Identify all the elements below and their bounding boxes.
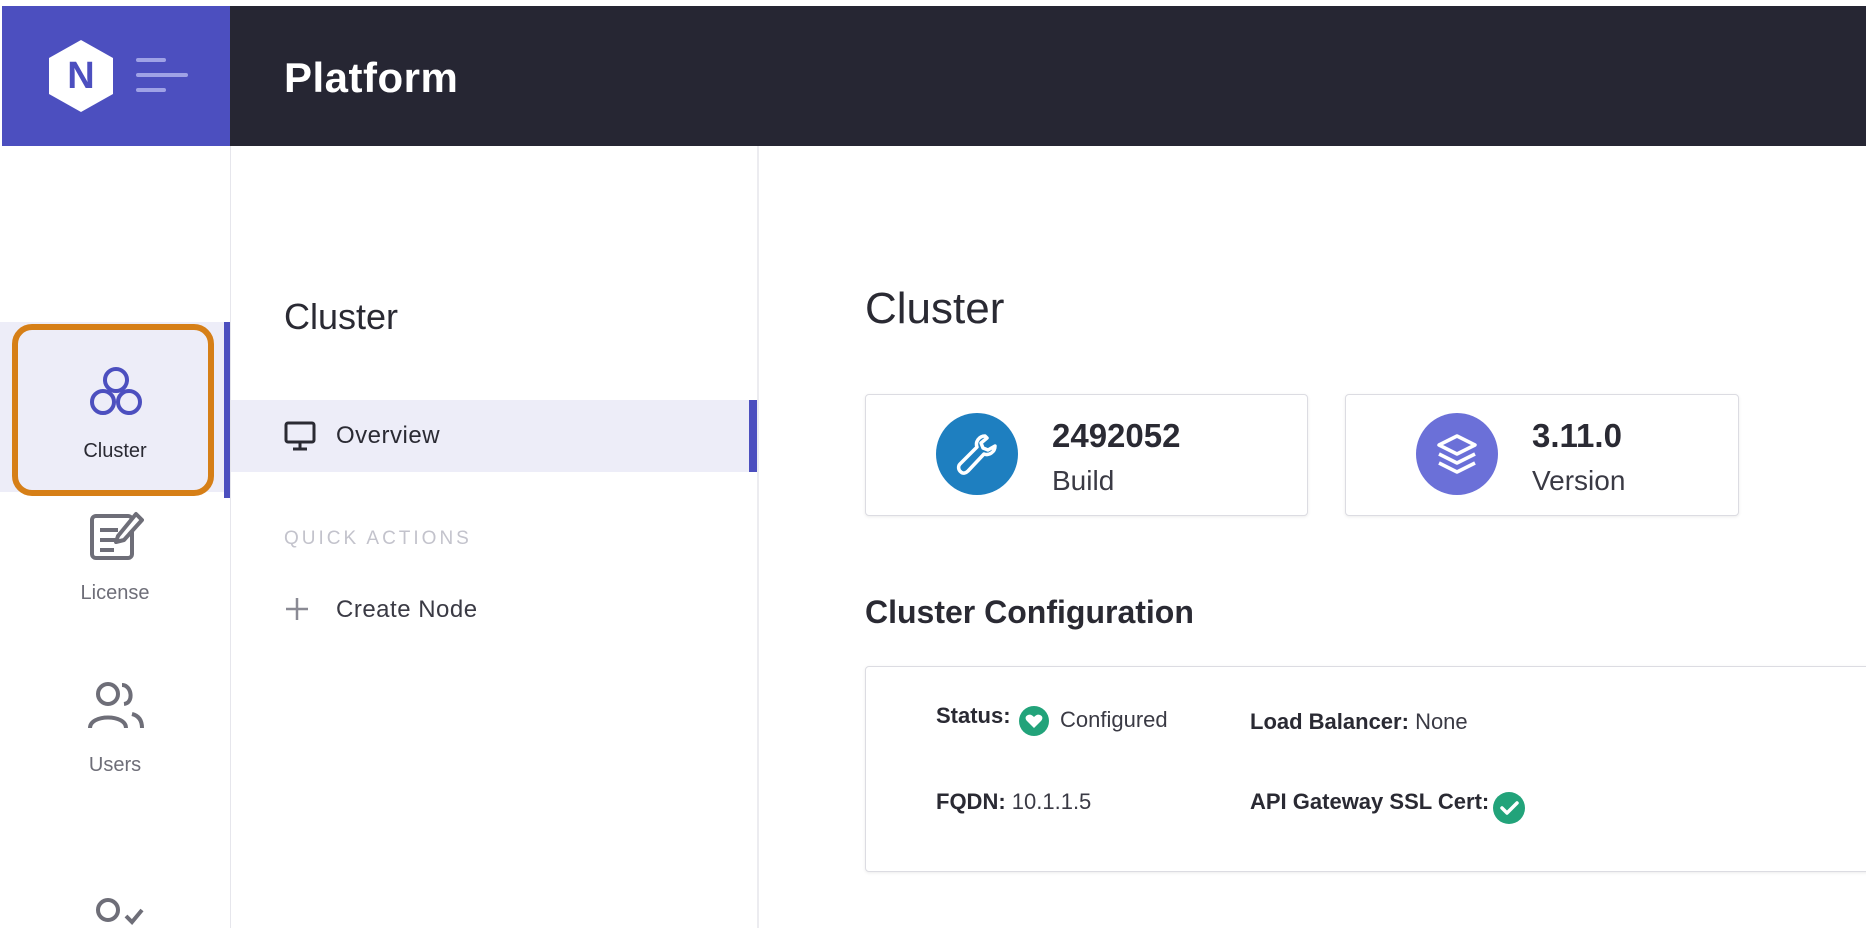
load-balancer-label: Load Balancer: (1250, 709, 1409, 734)
subnav-heading: Cluster (284, 296, 399, 337)
license-icon (90, 512, 144, 560)
cluster-icon (90, 367, 142, 415)
fqdn-value: 10.1.1.5 (1011, 789, 1092, 814)
build-caption: Build (1052, 465, 1115, 496)
status-label: Status: (936, 703, 1011, 728)
config-section-title: Cluster Configuration (865, 594, 1194, 630)
brand-block[interactable]: N (2, 6, 230, 146)
rail-item-license[interactable]: License (0, 492, 230, 662)
cluster-subnav: Cluster Overview QUICK ACTIONS Create No… (231, 146, 759, 928)
active-indicator (224, 322, 230, 498)
layers-icon (1437, 434, 1477, 474)
rail-item-user-check[interactable] (0, 886, 230, 928)
build-number: 2492052 (1052, 417, 1181, 454)
menu-icon[interactable] (136, 58, 188, 92)
fqdn-label: FQDN: (936, 789, 1006, 814)
top-bar: Platform (230, 6, 1866, 146)
rail-item-cluster[interactable]: Cluster (0, 322, 230, 498)
load-balancer-value: None (1415, 709, 1468, 734)
plus-icon (286, 598, 308, 620)
version-number: 3.11.0 (1532, 417, 1622, 454)
nginx-logo-icon: N (49, 40, 113, 112)
rail-item-label: Users (88, 754, 142, 776)
monitor-icon (284, 421, 316, 451)
load-balancer-field: Load Balancer: None (1250, 709, 1468, 735)
page-title: Cluster (865, 284, 1005, 333)
build-badge (936, 413, 1018, 495)
check-circle-icon (1493, 792, 1525, 824)
status-field: Status: (936, 703, 1011, 729)
active-indicator (749, 400, 757, 472)
subnav-item-overview[interactable]: Overview (231, 400, 757, 472)
rail-item-users[interactable]: Users (0, 666, 230, 836)
subnav-item-label: Overview (336, 422, 441, 449)
cluster-config-panel: Status: Configured Load Balancer: None F… (865, 666, 1866, 872)
users-icon (88, 682, 144, 729)
version-badge (1416, 413, 1498, 495)
create-node-label: Create Node (336, 596, 478, 623)
app-title: Platform (284, 54, 459, 101)
version-card: 3.11.0 Version (1345, 394, 1739, 516)
create-node-action[interactable]: Create Node (284, 590, 584, 630)
fqdn-field: FQDN: 10.1.1.5 (936, 789, 1091, 815)
wrench-icon (956, 434, 997, 475)
ssl-cert-field: API Gateway SSL Cert: (1250, 789, 1489, 815)
rail-item-label: License (80, 582, 150, 604)
ssl-cert-label: API Gateway SSL Cert: (1250, 789, 1490, 814)
rail-item-label: Cluster (83, 440, 147, 462)
heart-icon (1019, 706, 1049, 736)
build-card: 2492052 Build (865, 394, 1308, 516)
version-caption: Version (1532, 465, 1626, 496)
user-check-icon (96, 898, 144, 925)
main-content: Cluster 2492052 Build 3.11.0 Version Clu… (759, 146, 1866, 928)
quick-actions-heading: QUICK ACTIONS (284, 528, 472, 549)
icon-rail: Cluster License Users (0, 146, 231, 928)
status-value: Configured (1060, 707, 1168, 732)
svg-text:N: N (67, 55, 94, 97)
